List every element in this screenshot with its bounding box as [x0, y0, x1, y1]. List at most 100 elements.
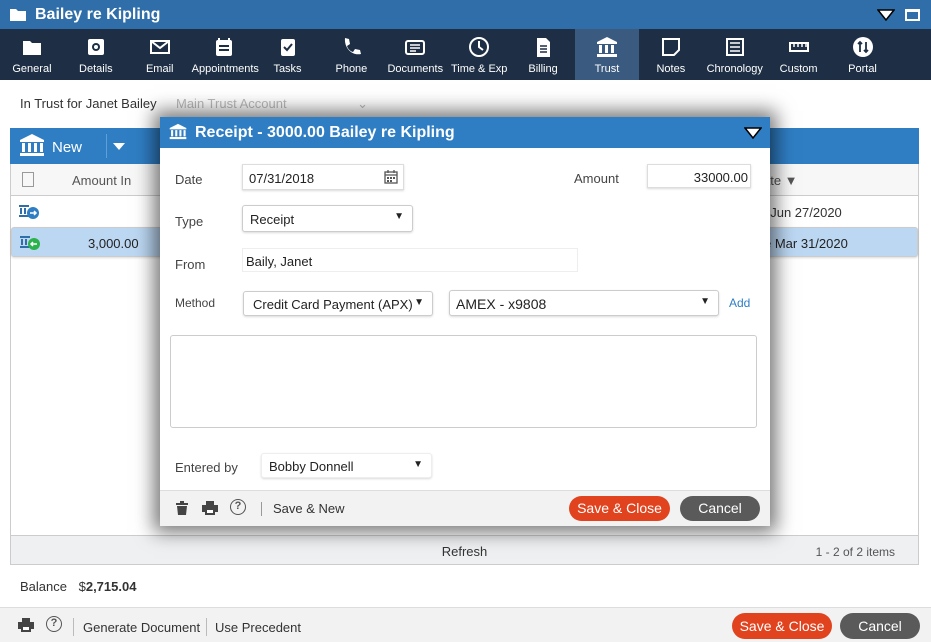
maximize-icon[interactable] — [905, 9, 920, 21]
card-select[interactable]: AMEX - x9808 ▼ — [449, 290, 719, 316]
printer-icon[interactable] — [18, 618, 34, 632]
bank-icon — [596, 37, 617, 57]
receipt-dialog: Receipt - 3000.00 Bailey re Kipling Date… — [160, 117, 770, 526]
collapse-icon[interactable] — [877, 9, 895, 21]
tab-label: Chronology — [706, 63, 763, 75]
window-title: Bailey re Kipling — [35, 6, 161, 23]
tab-email[interactable]: Email — [128, 29, 192, 80]
tab-tasks[interactable]: Tasks — [256, 29, 320, 80]
tab-phone[interactable]: Phone — [319, 29, 383, 80]
trust-account-select[interactable]: Main Trust Account ⌄ — [176, 96, 368, 111]
tab-label: Notes — [656, 63, 686, 75]
tab-notes[interactable]: Notes — [639, 29, 703, 80]
divider — [261, 502, 262, 516]
envelope-icon — [149, 40, 170, 54]
chevron-down-icon: ⌄ — [357, 96, 368, 111]
amount-field[interactable]: 33000.00 — [647, 164, 751, 188]
row-date: e Mar 31/2020 — [764, 236, 848, 251]
toolbar-divider — [106, 134, 107, 158]
clipboard-check-icon — [280, 39, 295, 56]
refresh-button[interactable]: Refresh — [11, 544, 918, 559]
ruler-icon — [788, 42, 809, 52]
tab-label: Custom — [779, 63, 818, 75]
new-button[interactable]: New — [52, 139, 82, 156]
tab-details[interactable]: Details — [64, 29, 128, 80]
row-date: t Jun 27/2020 — [763, 205, 842, 220]
tab-label: Details — [79, 63, 113, 75]
tab-label: Trust — [594, 63, 620, 75]
tab-label: Billing — [528, 63, 558, 75]
date-field[interactable]: 07/31/2018 — [242, 164, 404, 190]
dialog-cancel-button[interactable]: Cancel — [680, 496, 760, 521]
printer-icon[interactable] — [202, 501, 218, 515]
use-precedent-button[interactable]: Use Precedent — [215, 620, 301, 635]
tab-portal[interactable]: Portal — [831, 29, 895, 80]
type-value: Receipt — [250, 212, 295, 227]
amount-value: 33000.00 — [693, 170, 748, 185]
trust-account-value: Main Trust Account — [176, 96, 287, 111]
trust-label: In Trust for Janet Bailey — [20, 96, 157, 111]
window-titlebar: Bailey re Kipling — [0, 0, 931, 29]
method-label: Method — [175, 296, 216, 310]
balance-label: Balance — [20, 579, 67, 594]
tab-general[interactable]: General — [0, 29, 64, 80]
tab-label: Appointments — [191, 63, 259, 75]
tab-label: Email — [145, 63, 174, 75]
entered-by-label: Entered by — [175, 460, 238, 475]
balance-value: 2,715.04 — [85, 579, 137, 594]
bank-icon — [20, 134, 44, 156]
module-tabs: General Details Email Appointments Tasks Phon… — [0, 29, 931, 80]
chevron-down-icon[interactable] — [113, 143, 125, 150]
calendar-icon[interactable] — [384, 170, 398, 184]
notes-textarea[interactable] — [170, 335, 757, 428]
dropdown-arrow-icon: ▼ — [414, 297, 424, 308]
tab-custom[interactable]: Custom — [767, 29, 831, 80]
dialog-title: Receipt - 3000.00 Bailey re Kipling — [195, 124, 455, 141]
dropdown-arrow-icon: ▼ — [394, 211, 404, 222]
from-field[interactable]: Baily, Janet — [242, 248, 578, 272]
tab-label: Phone — [335, 63, 368, 75]
balance: Balance $2,715.04 — [20, 579, 136, 594]
date-label: Date — [175, 172, 203, 187]
document-icon — [22, 172, 34, 187]
help-icon[interactable]: ? — [230, 499, 246, 515]
trash-icon[interactable] — [176, 501, 188, 515]
folder-icon — [22, 41, 41, 55]
tab-label: Time & Exp — [450, 63, 508, 75]
row-amount: 3,000.00 — [88, 236, 139, 251]
portal-icon — [852, 37, 873, 57]
gear-icon — [87, 39, 104, 55]
tab-trust[interactable]: Trust — [575, 29, 639, 80]
note-icon — [661, 38, 680, 56]
bottom-bar: ? Generate Document Use Precedent Save &… — [0, 607, 931, 642]
tab-documents[interactable]: Documents — [383, 29, 447, 80]
divider — [73, 618, 74, 636]
save-new-button[interactable]: Save & New — [273, 501, 345, 516]
tab-label: Documents — [387, 63, 444, 75]
tab-appointments[interactable]: Appointments — [191, 29, 259, 80]
column-amount-in[interactable]: Amount In — [72, 173, 131, 188]
tab-chronology[interactable]: Chronology — [703, 29, 767, 80]
dialog-save-close-button[interactable]: Save & Close — [569, 496, 670, 521]
dialog-footer: ? Save & New Save & Close Cancel — [160, 490, 770, 526]
entered-by-select[interactable]: Bobby Donnell ▼ — [261, 453, 432, 478]
save-close-button[interactable]: Save & Close — [732, 613, 832, 639]
item-count: 1 - 2 of 2 items — [815, 545, 895, 559]
from-value: Baily, Janet — [246, 254, 313, 269]
receipt-in-icon — [20, 236, 40, 250]
help-icon[interactable]: ? — [46, 616, 62, 632]
type-label: Type — [175, 214, 204, 229]
tab-label: Tasks — [273, 63, 302, 75]
dropdown-arrow-icon: ▼ — [700, 296, 710, 307]
tab-time-exp[interactable]: Time & Exp — [447, 29, 511, 80]
grid-footer: Refresh 1 - 2 of 2 items — [10, 535, 919, 565]
add-card-link[interactable]: Add — [729, 296, 750, 310]
generate-document-button[interactable]: Generate Document — [83, 620, 200, 635]
type-select[interactable]: Receipt ▼ — [242, 205, 413, 232]
method-select[interactable]: Credit Card Payment (APX) ▼ — [243, 291, 433, 316]
cancel-button[interactable]: Cancel — [840, 613, 920, 639]
tab-billing[interactable]: Billing — [511, 29, 575, 80]
collapse-icon[interactable] — [744, 127, 762, 139]
clock-icon — [469, 37, 490, 57]
balance-currency: $ — [78, 579, 86, 594]
